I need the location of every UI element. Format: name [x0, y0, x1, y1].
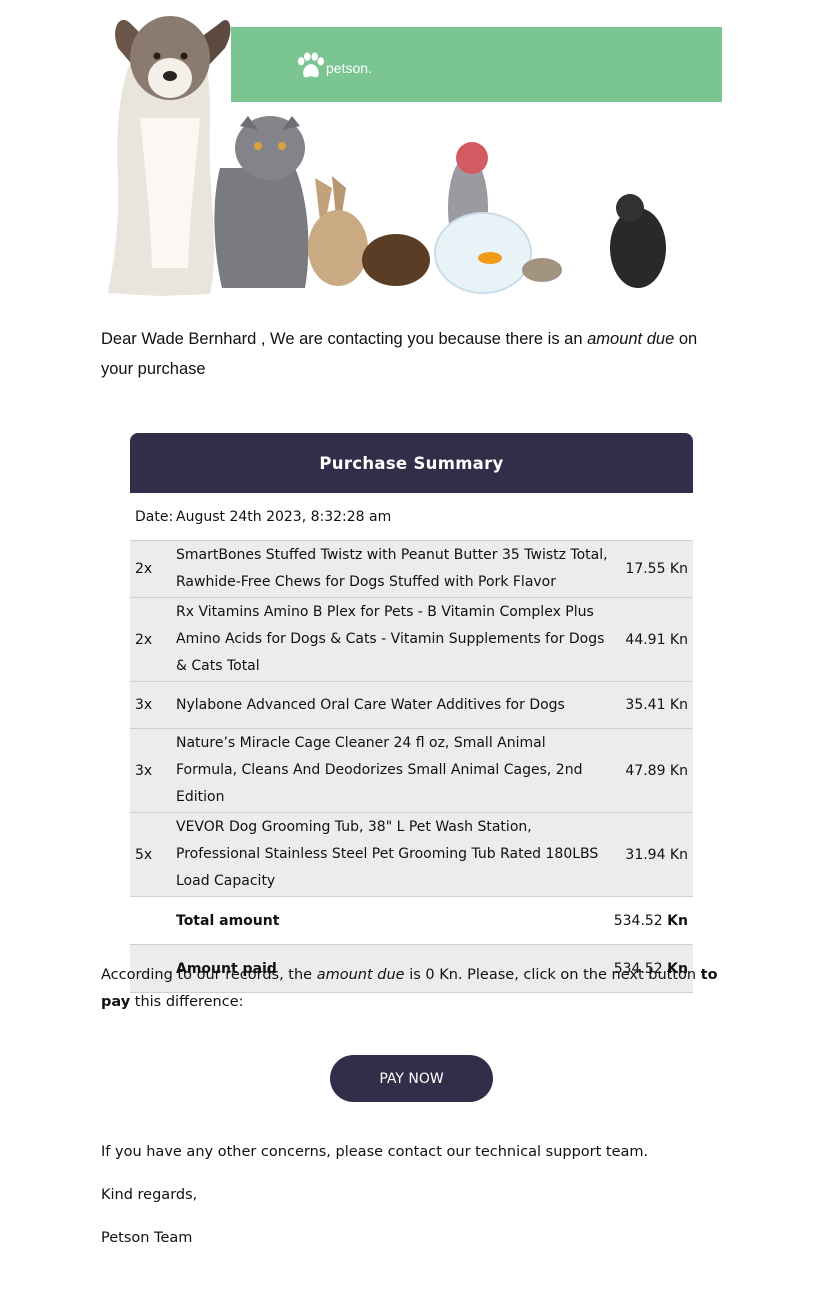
- records-emphasis: amount due: [316, 967, 405, 983]
- items-list: 2x SmartBones Stuffed Twistz with Peanut …: [130, 541, 693, 897]
- item-qty: 5x: [135, 846, 153, 863]
- total-label: Total amount: [176, 912, 280, 929]
- regards-text: Kind regards,: [101, 1187, 198, 1203]
- item-price: 44.91 Kn: [625, 631, 688, 648]
- records-part2: is 0 Kn. Please, click on the next butto…: [404, 967, 701, 983]
- item-price: 47.89 Kn: [625, 762, 688, 779]
- pay-now-button[interactable]: PAY NOW: [330, 1055, 493, 1102]
- records-text: According to our records, the amount due…: [101, 962, 723, 1016]
- total-value: 534.52 Kn: [614, 913, 693, 929]
- table-row: 5x VEVOR Dog Grooming Tub, 38" L Pet Wash…: [130, 813, 693, 897]
- records-part3: this difference:: [130, 994, 244, 1010]
- item-name: SmartBones Stuffed Twistz with Peanut Bu…: [176, 547, 608, 590]
- fishbowl-image: [434, 212, 532, 294]
- item-qty: 3x: [135, 762, 153, 779]
- greeting-emphasis: amount due: [587, 330, 675, 348]
- item-name: Rx Vitamins Amino B Plex for Pets - B Vi…: [176, 604, 605, 674]
- purchase-summary: Purchase Summary Date: August 24th 2023,…: [130, 433, 693, 993]
- table-row: 2x Rx Vitamins Amino B Plex for Pets - B …: [130, 598, 693, 682]
- records-part1: According to our records, the: [101, 967, 317, 983]
- chinchilla-image: [610, 194, 666, 288]
- rabbit-image: [308, 176, 368, 286]
- summary-title: Purchase Summary: [130, 433, 693, 493]
- item-name: Nylabone Advanced Oral Care Water Additi…: [176, 696, 565, 713]
- item-price: 17.55 Kn: [625, 561, 688, 577]
- date-value: August 24th 2023, 8:32:28 am: [176, 508, 392, 525]
- item-name: Nature’s Miracle Cage Cleaner 24 fl oz, …: [176, 735, 583, 805]
- dog-image: [108, 16, 231, 296]
- support-text: If you have any other concerns, please c…: [101, 1144, 649, 1160]
- total-row: Total amount 534.52 Kn: [130, 897, 693, 945]
- table-row: 2x SmartBones Stuffed Twistz with Peanut …: [130, 541, 693, 598]
- date-label: Date:: [135, 508, 174, 525]
- date-row: Date: August 24th 2023, 8:32:28 am: [130, 493, 693, 541]
- total-currency: Kn: [667, 912, 688, 929]
- item-qty: 2x: [135, 631, 153, 648]
- item-qty: 2x: [135, 561, 153, 577]
- team-signature: Petson Team: [101, 1230, 193, 1246]
- greeting-prefix: Dear Wade Bernhard , We are contacting y…: [101, 330, 588, 348]
- pets-illustration: [108, 16, 666, 296]
- greeting-text: Dear Wade Bernhard , We are contacting y…: [101, 324, 723, 384]
- total-amount: 534.52: [613, 912, 663, 929]
- item-qty: 3x: [135, 697, 153, 713]
- cat-image: [214, 116, 309, 288]
- mouse-image: [522, 258, 562, 282]
- item-price: 35.41 Kn: [625, 697, 688, 713]
- table-row: 3x Nature’s Miracle Cage Cleaner 24 fl oz…: [130, 729, 693, 813]
- item-name: VEVOR Dog Grooming Tub, 38" L Pet Wash S…: [176, 819, 599, 889]
- guinea-pig-image: [362, 234, 430, 286]
- item-price: 31.94 Kn: [625, 846, 688, 863]
- table-row: 3x Nylabone Advanced Oral Care Water Addi…: [130, 682, 693, 729]
